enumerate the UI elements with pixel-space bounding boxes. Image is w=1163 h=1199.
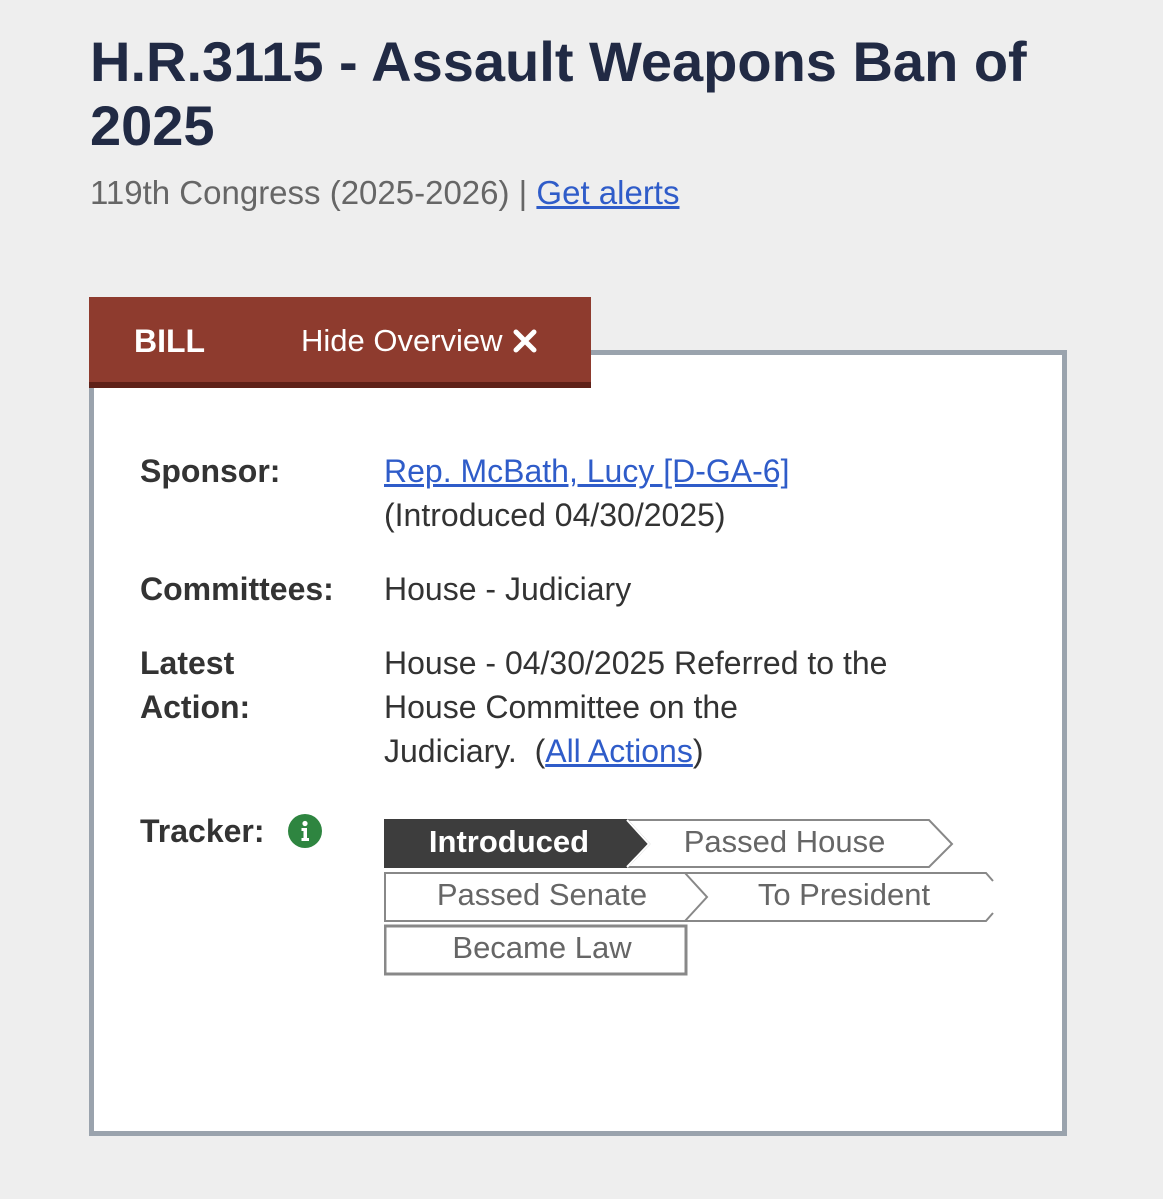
tracker-step-became-law: Became Law xyxy=(452,930,632,965)
hide-overview-button[interactable]: Hide Overview xyxy=(301,322,539,360)
all-actions-open-paren: ( xyxy=(534,733,546,769)
hide-overview-label: Hide Overview xyxy=(301,323,503,358)
all-actions-link[interactable]: All Actions xyxy=(545,733,693,769)
tracker-step-introduced: Introduced xyxy=(428,824,590,859)
latest-action-label: Latest Action: xyxy=(140,641,370,729)
tab-bill[interactable]: BILL xyxy=(134,322,205,360)
close-icon xyxy=(513,329,537,353)
info-icon[interactable] xyxy=(288,814,322,848)
latest-action-line1: House - 04/30/2025 Referred to the xyxy=(384,645,888,681)
tracker-step-to-president: To President xyxy=(757,877,931,912)
page-title: H.R.3115 - Assault Weapons Ban of 2025 xyxy=(90,30,1027,157)
sponsor-value: Rep. McBath, Lucy [D-GA-6] (Introduced 0… xyxy=(384,449,984,537)
bill-tracker: Introduced Passed House Passed Senate To… xyxy=(384,817,1004,979)
committee-link[interactable]: House - Judiciary xyxy=(384,571,631,607)
subtitle-separator: | xyxy=(518,174,528,211)
latest-action-line3: Judiciary. xyxy=(384,733,517,769)
get-alerts-link[interactable]: Get alerts xyxy=(536,174,679,211)
sponsor-label: Sponsor: xyxy=(140,453,281,489)
committees-label: Committees: xyxy=(140,571,334,607)
latest-action-label-line1: Latest xyxy=(140,645,235,681)
sponsor-link[interactable]: Rep. McBath, Lucy [D-GA-6] xyxy=(384,453,789,489)
committees-value: House - Judiciary xyxy=(384,567,984,611)
congress-session: 119th Congress (2025-2026) xyxy=(90,174,510,211)
tracker-step-passed-senate: Passed Senate xyxy=(436,877,648,912)
overview-tab-bar: BILL Hide Overview xyxy=(89,297,591,388)
latest-action-value: House - 04/30/2025 Referred to the House… xyxy=(384,641,984,773)
sponsor-introduced: (Introduced 04/30/2025) xyxy=(384,497,726,533)
latest-action-label-line2: Action: xyxy=(140,689,251,725)
tracker-step-to-president-bottom xyxy=(685,912,994,922)
page: H.R.3115 - Assault Weapons Ban of 2025 1… xyxy=(0,0,1163,1199)
all-actions-close-paren: ) xyxy=(692,733,704,769)
tracker-step-passed-house: Passed House xyxy=(683,824,886,859)
subtitle: 119th Congress (2025-2026) | Get alerts xyxy=(90,173,679,213)
tracker-label: Tracker: xyxy=(140,813,265,849)
latest-action-line2: House Committee on the xyxy=(384,689,738,725)
